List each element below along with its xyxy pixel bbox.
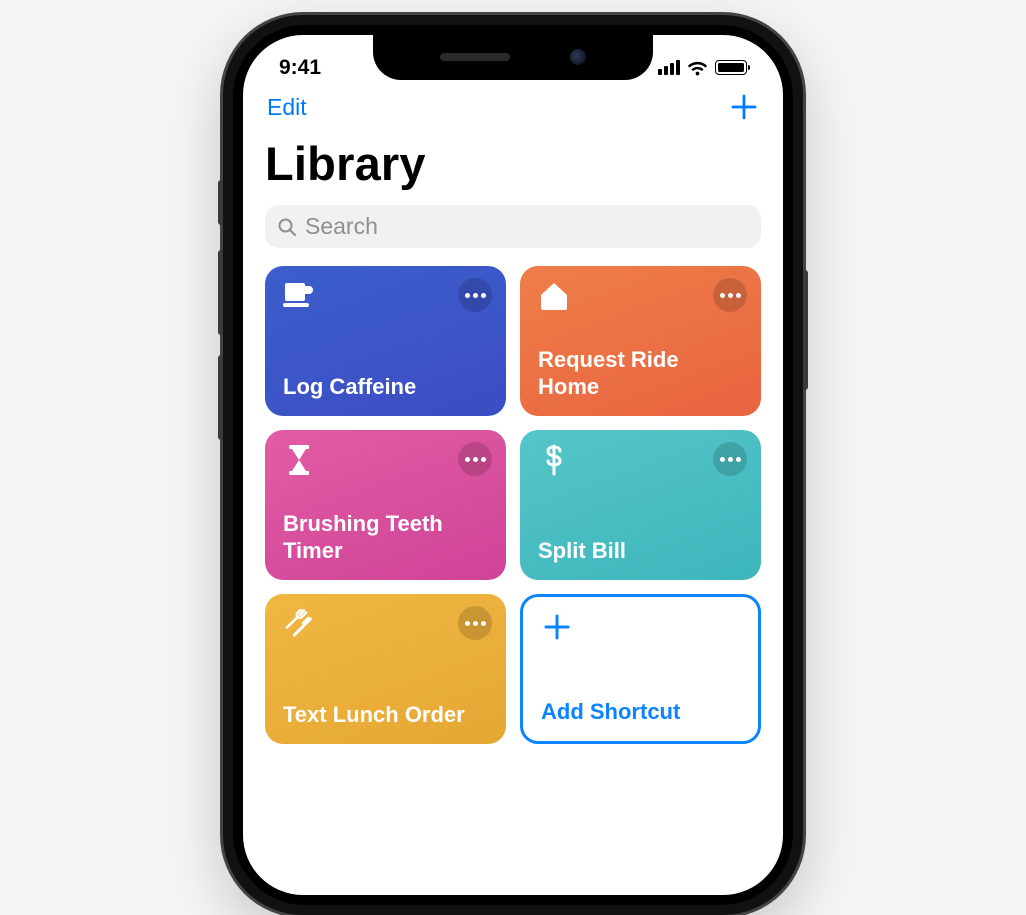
plus-icon xyxy=(729,92,759,122)
plus-icon xyxy=(541,611,573,643)
add-shortcut-card[interactable]: Add Shortcut xyxy=(520,594,761,744)
coffee-icon xyxy=(283,280,315,312)
shortcut-card-split-bill[interactable]: Split Bill xyxy=(520,430,761,580)
page-title: Library xyxy=(265,130,761,205)
dollar-icon xyxy=(538,444,570,476)
new-shortcut-button[interactable] xyxy=(729,92,759,122)
nav-bar: Edit xyxy=(265,90,761,130)
shortcut-card-text-lunch-order[interactable]: Text Lunch Order xyxy=(265,594,506,744)
screen: 9:41 Edit xyxy=(243,35,783,895)
search-field[interactable] xyxy=(265,205,761,248)
card-label: Request Ride Home xyxy=(538,347,743,400)
home-icon xyxy=(538,280,570,312)
speaker-grille xyxy=(440,53,510,61)
hourglass-icon xyxy=(283,444,315,476)
battery-icon xyxy=(715,60,747,75)
search-icon xyxy=(277,217,297,237)
utensils-icon xyxy=(283,608,315,640)
edit-button[interactable]: Edit xyxy=(267,94,307,121)
card-more-button[interactable] xyxy=(458,278,492,312)
shortcut-card-brushing-teeth-timer[interactable]: Brushing Teeth Timer xyxy=(265,430,506,580)
card-more-button[interactable] xyxy=(458,442,492,476)
shortcut-card-log-caffeine[interactable]: Log Caffeine xyxy=(265,266,506,416)
card-label: Add Shortcut xyxy=(541,699,740,725)
shortcut-grid: Log Caffeine Request Ride Home xyxy=(265,266,761,744)
card-label: Brushing Teeth Timer xyxy=(283,511,488,564)
card-more-button[interactable] xyxy=(713,442,747,476)
card-label: Split Bill xyxy=(538,538,743,564)
phone-frame: 9:41 Edit xyxy=(223,15,803,915)
card-more-button[interactable] xyxy=(713,278,747,312)
card-label: Log Caffeine xyxy=(283,374,488,400)
cellular-icon xyxy=(658,60,680,75)
wifi-icon xyxy=(687,60,708,76)
front-camera xyxy=(570,49,586,65)
search-input[interactable] xyxy=(305,213,749,240)
status-time: 9:41 xyxy=(279,56,321,80)
notch xyxy=(373,35,653,80)
card-label: Text Lunch Order xyxy=(283,702,488,728)
shortcut-card-request-ride-home[interactable]: Request Ride Home xyxy=(520,266,761,416)
card-more-button[interactable] xyxy=(458,606,492,640)
